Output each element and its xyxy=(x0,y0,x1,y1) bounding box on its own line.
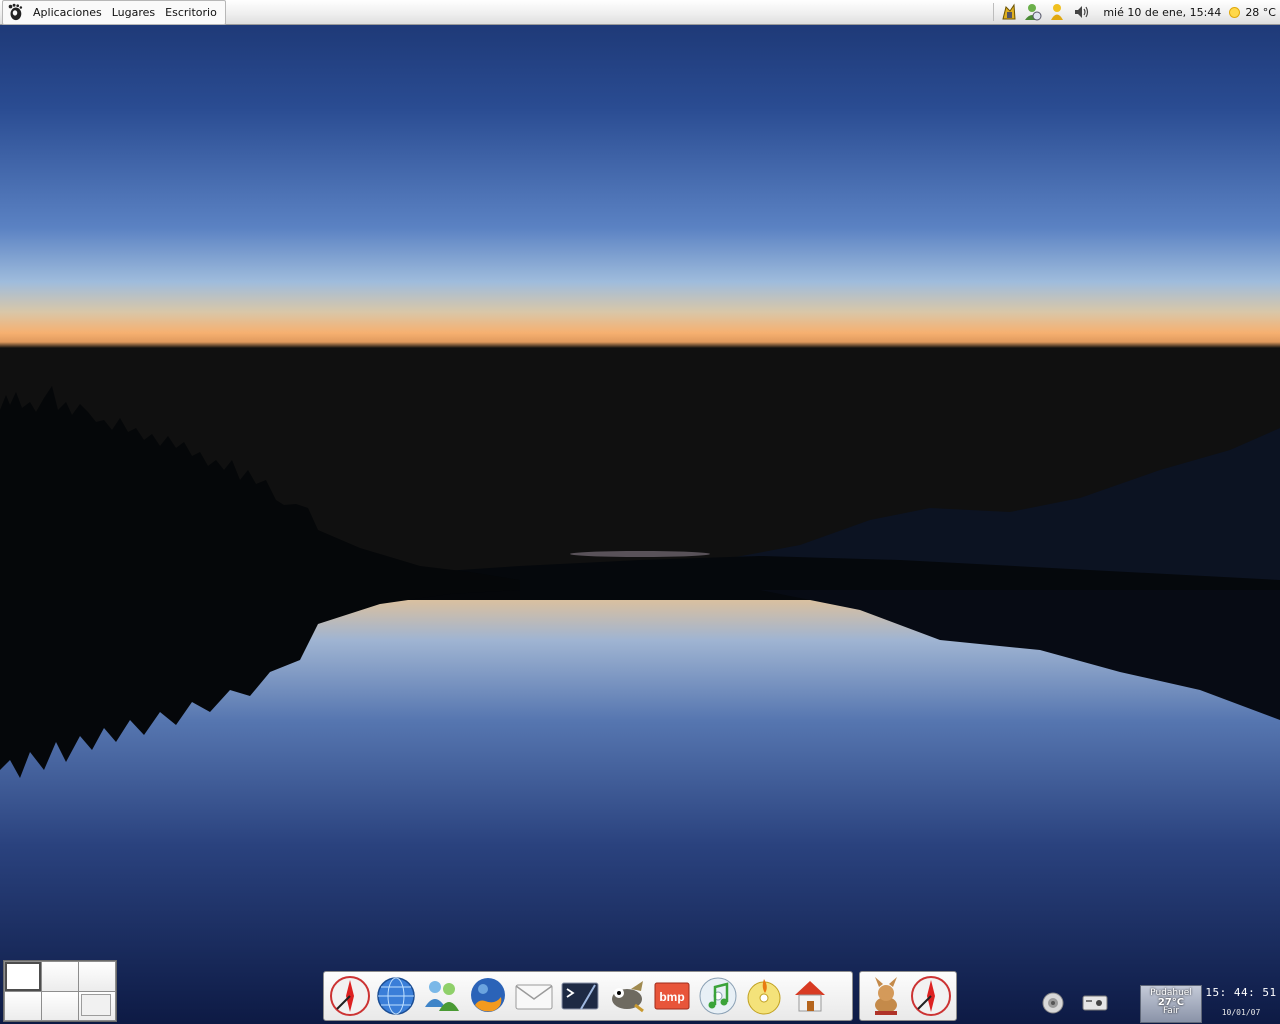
window-thumbnail xyxy=(81,994,111,1016)
desktop-wallpaper xyxy=(0,0,1280,1024)
desktop-clock-time: 15: 44: 51 xyxy=(1205,986,1277,999)
user-icon[interactable] xyxy=(1047,2,1067,22)
notification-icon[interactable] xyxy=(999,2,1019,22)
workspace-switcher xyxy=(3,960,117,1022)
gimp-icon[interactable] xyxy=(604,974,648,1018)
workspace-2[interactable] xyxy=(42,962,78,991)
desktop-clock-date: 10/01/07 xyxy=(1221,1008,1261,1017)
globe-icon[interactable] xyxy=(374,974,418,1018)
top-panel: Aplicaciones Lugares Escritorio mié 10 d… xyxy=(0,0,1280,25)
secondary-dock xyxy=(859,971,957,1021)
panel-weather[interactable]: 28 °C xyxy=(1229,6,1276,19)
menu-applications[interactable]: Aplicaciones xyxy=(28,6,107,19)
workspace-5[interactable] xyxy=(42,991,78,1020)
workspace-3[interactable] xyxy=(79,962,115,991)
workspace-1[interactable] xyxy=(5,962,41,991)
gnome-foot-icon[interactable] xyxy=(6,3,24,21)
messenger-icon[interactable] xyxy=(1023,2,1043,22)
firefox-icon[interactable] xyxy=(466,974,510,1018)
notification-area: mié 10 de ene, 15:44 28 °C xyxy=(990,0,1280,25)
amule-icon[interactable] xyxy=(864,974,907,1018)
weather-condition: Fair xyxy=(1162,1006,1180,1016)
mail-icon[interactable] xyxy=(512,974,556,1018)
weather-applet[interactable]: Pudahuel 27°C Fair xyxy=(1140,985,1202,1023)
tray-separator xyxy=(993,3,995,21)
main-menu-bar: Aplicaciones Lugares Escritorio xyxy=(2,0,226,25)
menu-places[interactable]: Lugares xyxy=(107,6,160,19)
sun-icon xyxy=(1229,6,1241,18)
desktop-clock[interactable]: 15: 44: 51 10/01/07 xyxy=(1205,986,1277,1017)
gaim-icon[interactable] xyxy=(420,974,464,1018)
burner-icon[interactable] xyxy=(742,974,786,1018)
home-folder-icon[interactable] xyxy=(788,974,832,1018)
panel-weather-temp: 28 °C xyxy=(1245,5,1276,19)
bmp-label: bmp xyxy=(659,990,684,1004)
speaker-icon[interactable] xyxy=(1040,990,1066,1016)
volume-icon[interactable] xyxy=(1071,2,1091,22)
panel-clock[interactable]: mié 10 de ene, 15:44 xyxy=(1103,6,1221,19)
bmp-icon[interactable]: bmp xyxy=(650,974,694,1018)
workspace-6[interactable] xyxy=(79,991,115,1020)
web-browser-icon[interactable] xyxy=(328,974,372,1018)
browser-icon[interactable] xyxy=(909,974,952,1018)
terminal-icon[interactable] xyxy=(558,974,602,1018)
menu-desktop[interactable]: Escritorio xyxy=(160,6,222,19)
launcher-dock: bmp xyxy=(323,971,853,1021)
workspace-4[interactable] xyxy=(5,991,41,1020)
music-icon[interactable] xyxy=(696,974,740,1018)
device-icon[interactable] xyxy=(1082,990,1108,1016)
